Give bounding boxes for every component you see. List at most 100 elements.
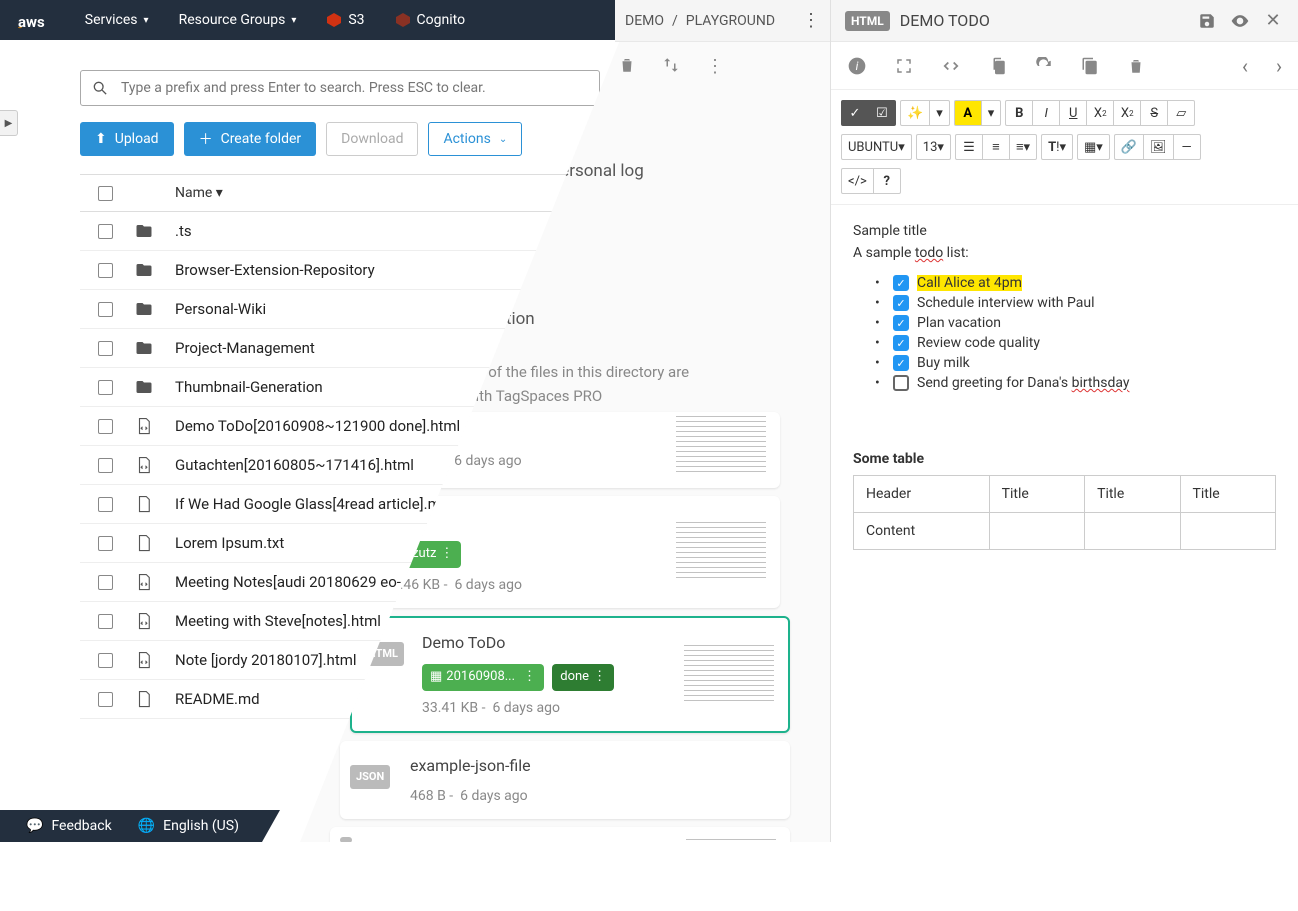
hr-button[interactable]: —: [1173, 134, 1201, 160]
eraser-icon[interactable]: ▱: [1167, 100, 1195, 126]
image-button[interactable]: 🖼: [1143, 134, 1174, 160]
todo-item[interactable]: ✓Call Alice at 4pm: [893, 275, 1276, 291]
checkbox[interactable]: [893, 375, 909, 391]
todo-item[interactable]: Send greeting for Dana's birthsday: [893, 375, 1276, 391]
row-name: Note [jordy 20180107].html: [175, 651, 357, 669]
todo-item[interactable]: ✓Plan vacation: [893, 315, 1276, 331]
tag-menu-icon[interactable]: ⋮: [523, 667, 536, 688]
preview-icon[interactable]: [1230, 11, 1252, 31]
tag[interactable]: done⋮: [552, 664, 614, 691]
bold-button[interactable]: B: [1005, 100, 1033, 126]
italic-button[interactable]: I: [1032, 100, 1060, 126]
chevron-down-icon[interactable]: ▾: [981, 100, 1002, 126]
font-size-select[interactable]: 13 ▾: [916, 134, 951, 160]
breadcrumb-current[interactable]: PLAYGROUND: [686, 13, 775, 29]
unordered-list-button[interactable]: ☰: [955, 134, 983, 160]
superscript-button[interactable]: X2: [1086, 100, 1114, 126]
sidebar-expand-handle[interactable]: ▶: [0, 110, 18, 136]
more-icon[interactable]: ⋮: [802, 10, 820, 31]
font-family-select[interactable]: UBUNTU ▾: [841, 134, 912, 160]
row-checkbox[interactable]: [98, 302, 113, 317]
refresh-icon[interactable]: [1035, 57, 1053, 75]
close-icon[interactable]: ✕: [1262, 10, 1284, 31]
strikethrough-button[interactable]: S: [1140, 100, 1168, 126]
row-checkbox[interactable]: [98, 536, 113, 551]
row-checkbox[interactable]: [98, 419, 113, 434]
file-card[interactable]: JSON example-json-file 468 B - 6 days ag…: [340, 741, 790, 819]
checkbox[interactable]: ✓: [893, 335, 909, 351]
tag-menu-icon[interactable]: ⋮: [593, 667, 606, 688]
row-checkbox[interactable]: [98, 380, 113, 395]
delete-icon[interactable]: [618, 56, 636, 77]
row-checkbox[interactable]: [98, 575, 113, 590]
row-checkbox[interactable]: [98, 692, 113, 707]
todo-item[interactable]: ✓Buy milk: [893, 355, 1276, 371]
editor-content[interactable]: Sample title A sample todo list: ✓Call A…: [831, 205, 1298, 568]
todo-item[interactable]: ✓Schedule interview with Paul: [893, 295, 1276, 311]
subscript-button[interactable]: X2: [1113, 100, 1141, 126]
sort-desc-icon: ▾: [216, 185, 223, 201]
align-button[interactable]: ≡▾: [1009, 134, 1037, 160]
row-checkbox[interactable]: [98, 263, 113, 278]
ordered-list-button[interactable]: ≡: [982, 134, 1010, 160]
code-icon[interactable]: [941, 56, 961, 76]
text-color-button[interactable]: A: [954, 100, 982, 126]
row-checkbox[interactable]: [98, 458, 113, 473]
name-column-header[interactable]: Name ▾: [175, 185, 223, 201]
todo-item[interactable]: ✓Review code quality: [893, 335, 1276, 351]
services-menu[interactable]: Services▾: [85, 12, 149, 28]
table-button[interactable]: ▦▾: [1077, 134, 1110, 160]
download-button[interactable]: Download: [326, 122, 418, 156]
language-menu[interactable]: 🌐English (US): [138, 818, 239, 834]
file-code-icon: [135, 612, 153, 630]
thumbnail: [676, 416, 766, 476]
prev-icon[interactable]: ‹: [1242, 54, 1248, 78]
chevron-down-icon[interactable]: ▾: [929, 100, 950, 126]
row-checkbox[interactable]: [98, 224, 113, 239]
info-icon[interactable]: i: [847, 56, 867, 76]
file-card[interactable]: a-test trutzutz⋮ 11.46 KB - 6 days ago: [370, 496, 780, 609]
save-icon[interactable]: [1198, 12, 1220, 30]
file-card[interactable]: Gutachten: [330, 827, 790, 911]
row-checkbox[interactable]: [98, 497, 113, 512]
checkbox[interactable]: ✓: [893, 275, 909, 291]
fullscreen-icon[interactable]: [895, 57, 913, 75]
checkbox-icon[interactable]: ☑: [868, 100, 896, 126]
magic-icon[interactable]: ✨: [900, 100, 930, 126]
delete-icon[interactable]: [1127, 57, 1145, 75]
sort-icon[interactable]: [662, 56, 680, 77]
select-all-checkbox[interactable]: [98, 186, 113, 201]
row-checkbox[interactable]: [98, 653, 113, 668]
code-view-button[interactable]: </>: [841, 168, 874, 194]
checkbox[interactable]: ✓: [893, 355, 909, 371]
date-tag[interactable]: ▦20160908...⋮: [422, 664, 544, 691]
row-checkbox[interactable]: [98, 341, 113, 356]
clipboard-icon[interactable]: [989, 57, 1007, 75]
link-button[interactable]: 🔗: [1114, 134, 1144, 160]
pinned-service-s3[interactable]: S3: [326, 12, 364, 28]
checkbox[interactable]: ✓: [893, 295, 909, 311]
search-input[interactable]: [107, 80, 587, 96]
next-icon[interactable]: ›: [1276, 54, 1282, 78]
clear-format-button[interactable]: T!▾: [1041, 134, 1073, 160]
check-icon[interactable]: ✓: [841, 100, 869, 126]
object-search[interactable]: [80, 70, 600, 106]
svg-text:i: i: [856, 59, 859, 73]
more-vert-icon[interactable]: ⋮: [706, 56, 724, 77]
file-card-selected[interactable]: HTML Demo ToDo ▦20160908...⋮ done⋮ 33.41…: [350, 616, 790, 733]
create-folder-button[interactable]: ＋Create folder: [184, 122, 317, 156]
breadcrumb-root[interactable]: DEMO: [625, 13, 664, 29]
aws-logo: aws ⌣: [18, 13, 45, 28]
row-checkbox[interactable]: [98, 614, 113, 629]
tag-menu-icon[interactable]: ⋮: [440, 544, 453, 565]
feedback-link[interactable]: 💬Feedback: [26, 818, 112, 834]
copy-icon[interactable]: [1081, 57, 1099, 75]
underline-button[interactable]: U: [1059, 100, 1087, 126]
resource-groups-menu[interactable]: Resource Groups▾: [179, 12, 297, 28]
chevron-down-icon: ⌄: [499, 134, 507, 145]
pinned-service-cognito[interactable]: Cognito: [395, 12, 466, 28]
actions-menu-button[interactable]: Actions⌄: [428, 122, 522, 156]
help-button[interactable]: ?: [873, 168, 901, 194]
checkbox[interactable]: ✓: [893, 315, 909, 331]
upload-button[interactable]: ⬆Upload: [80, 122, 174, 156]
